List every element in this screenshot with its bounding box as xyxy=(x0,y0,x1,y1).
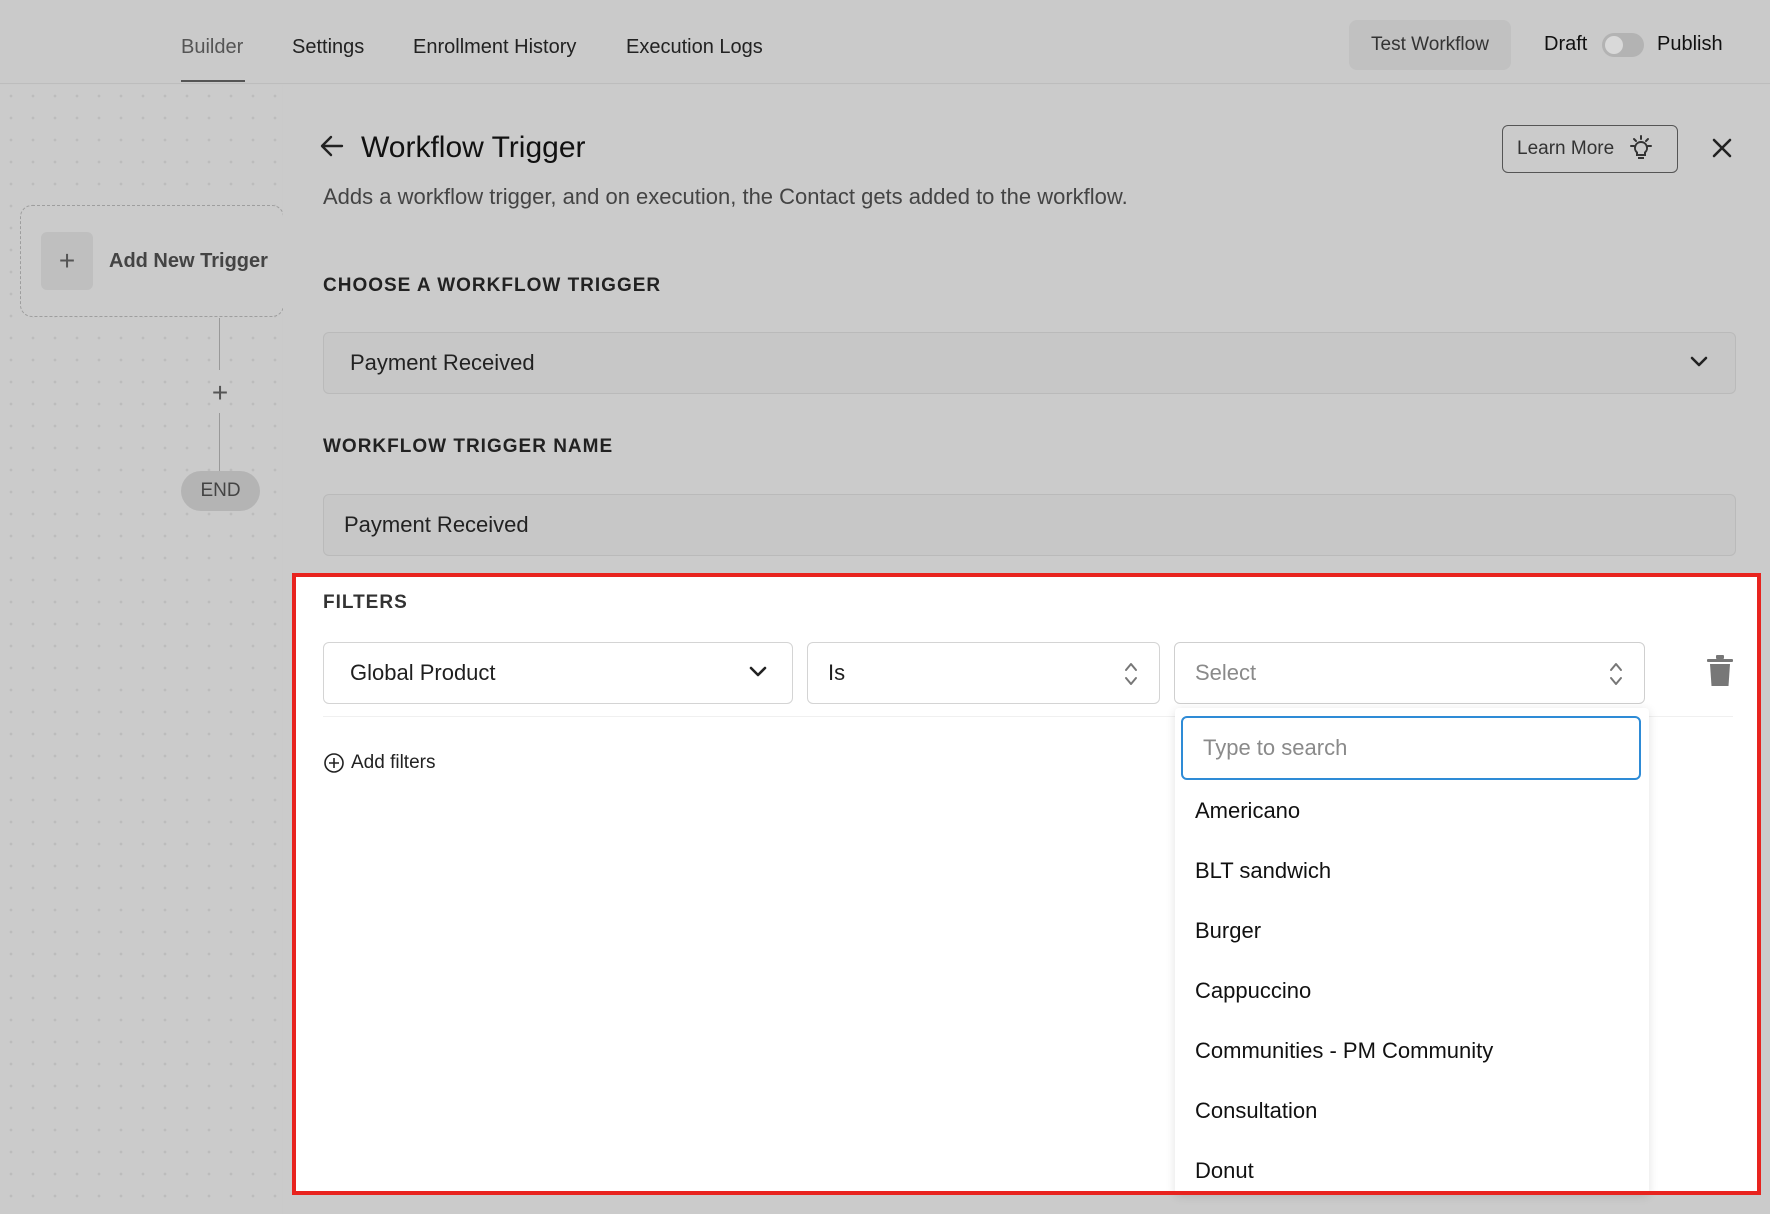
filter-value-select[interactable]: Select xyxy=(1174,642,1645,704)
updown-chevron-icon xyxy=(1125,663,1137,685)
filter-field-value: Global Product xyxy=(350,660,496,685)
updown-chevron-icon xyxy=(1610,663,1622,685)
trigger-select-value: Payment Received xyxy=(350,350,535,375)
dropdown-option[interactable]: BLT sandwich xyxy=(1195,858,1331,884)
panel-title: Workflow Trigger xyxy=(361,131,586,164)
dropdown-option[interactable]: Donut xyxy=(1195,1158,1254,1184)
product-search-input[interactable] xyxy=(1181,716,1641,780)
end-node: END xyxy=(181,471,260,511)
dropdown-option[interactable]: Cappuccino xyxy=(1195,978,1311,1004)
toggle-knob xyxy=(1605,36,1623,54)
add-new-trigger-card[interactable]: + Add New Trigger xyxy=(20,205,284,317)
filters-label: FILTERS xyxy=(323,592,408,613)
active-tab-indicator xyxy=(181,80,245,82)
top-navigation: Builder Settings Enrollment History Exec… xyxy=(0,0,1770,84)
add-filters-button[interactable]: Add filters xyxy=(323,752,435,774)
add-new-trigger-label: Add New Trigger xyxy=(109,250,268,272)
plus-icon: + xyxy=(41,232,93,290)
tab-settings[interactable]: Settings xyxy=(292,36,364,59)
tab-builder[interactable]: Builder xyxy=(181,36,243,59)
plus-circle-icon xyxy=(324,753,344,773)
filter-operator-value: Is xyxy=(828,660,846,685)
connector-line xyxy=(219,318,220,370)
learn-more-label: Learn More xyxy=(1517,138,1615,159)
add-filters-label: Add filters xyxy=(351,752,436,773)
chevron-down-icon xyxy=(749,666,767,677)
product-dropdown: Americano BLT sandwich Burger Cappuccino… xyxy=(1175,708,1649,1194)
trigger-name-label: WORKFLOW TRIGGER NAME xyxy=(323,436,614,457)
filter-operator-select[interactable]: Is xyxy=(807,642,1160,704)
workflow-canvas[interactable]: + Add New Trigger + END xyxy=(0,85,284,1214)
trigger-name-input[interactable]: Payment Received xyxy=(323,494,1736,556)
add-action-plus-icon[interactable]: + xyxy=(207,377,233,409)
chevron-down-icon xyxy=(1690,356,1708,367)
trigger-select[interactable]: Payment Received xyxy=(323,332,1736,394)
tab-execution-logs[interactable]: Execution Logs xyxy=(626,36,763,59)
test-workflow-button[interactable]: Test Workflow xyxy=(1349,20,1511,70)
filter-value-placeholder: Select xyxy=(1195,660,1257,685)
connector-line xyxy=(219,413,220,471)
filter-field-select[interactable]: Global Product xyxy=(323,642,793,704)
trash-icon[interactable] xyxy=(1706,655,1734,687)
tab-enrollment-history[interactable]: Enrollment History xyxy=(413,36,576,59)
filters-section: FILTERS Global Product Is Select Add fil… xyxy=(293,576,1760,1194)
close-icon[interactable] xyxy=(1711,137,1733,159)
publish-label: Publish xyxy=(1657,33,1723,55)
panel-description: Adds a workflow trigger, and on executio… xyxy=(323,184,1128,209)
draft-label: Draft xyxy=(1544,33,1588,55)
dropdown-option[interactable]: Burger xyxy=(1195,918,1261,944)
publish-toggle[interactable] xyxy=(1602,33,1644,57)
dropdown-option[interactable]: Communities - PM Community xyxy=(1195,1038,1493,1064)
dropdown-option[interactable]: Consultation xyxy=(1195,1098,1317,1124)
lightbulb-icon xyxy=(1630,135,1653,159)
arrow-left-icon[interactable] xyxy=(319,133,345,159)
learn-more-button[interactable]: Learn More xyxy=(1502,125,1678,173)
trigger-name-value: Payment Received xyxy=(344,512,529,537)
dropdown-option[interactable]: Americano xyxy=(1195,798,1300,824)
choose-trigger-label: CHOOSE A WORKFLOW TRIGGER xyxy=(323,275,662,296)
